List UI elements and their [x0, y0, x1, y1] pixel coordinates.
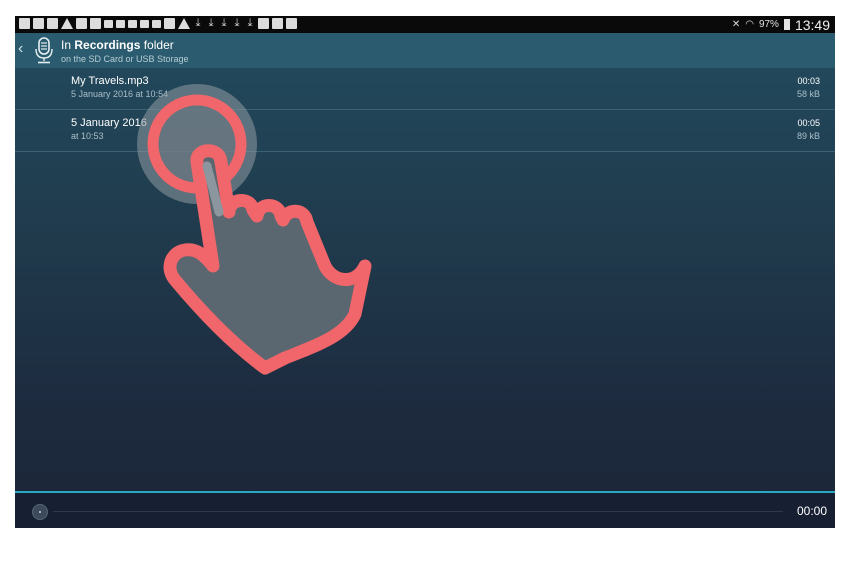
download-icon: ⤓ [234, 17, 240, 29]
app-icon [104, 20, 113, 28]
folder-subtitle: on the SD Card or USB Storage [61, 54, 189, 64]
message-icon [47, 18, 58, 29]
app-icon [152, 20, 161, 28]
title-suffix: folder [143, 38, 174, 52]
mute-icon: ✕ [731, 19, 741, 30]
audio-player: 00:00 [15, 491, 835, 528]
recording-name: 5 January 2016 [71, 117, 147, 129]
download-icon: ⤓ [208, 17, 214, 29]
app-icon [116, 20, 125, 28]
app-icon [128, 20, 137, 28]
recording-duration: 00:05 [797, 118, 820, 128]
bag-icon [272, 18, 283, 29]
recording-date: at 10:53 [71, 131, 104, 141]
recording-size: 89 kB [796, 131, 820, 141]
cast-icon [258, 18, 269, 29]
action-bar: ‹ In Recordings folder on the SD Card or… [15, 33, 835, 68]
title-prefix: In [61, 38, 72, 52]
folder-title: In Recordings folder [61, 38, 174, 52]
status-right: ✕ ◠ 97% 13:49 [732, 16, 830, 33]
wifi-icon: ◠ [745, 19, 754, 30]
recording-date: 5 January 2016 at 10:54 [71, 89, 169, 99]
photos-icon [90, 18, 101, 29]
status-bar: ⤓ ⤓ ⤓ ⤓ ⤓ ✕ ◠ 97% 13:49 [15, 16, 835, 33]
download-icon: ⤓ [221, 17, 227, 29]
message-icon [33, 18, 44, 29]
bag-icon [286, 18, 297, 29]
drive-icon [61, 18, 73, 29]
recording-size: 58 kB [796, 89, 820, 99]
screenshot-icon [164, 18, 175, 29]
recording-item[interactable]: My Travels.mp3 5 January 2016 at 10:54 0… [15, 68, 835, 110]
seek-bar[interactable] [53, 511, 783, 512]
download-icon: ⤓ [247, 17, 253, 29]
microphone-icon[interactable] [33, 36, 55, 70]
battery-icon [783, 19, 790, 30]
back-chevron-icon[interactable]: ‹ [18, 40, 23, 58]
clock: 13:49 [794, 16, 830, 33]
warning-icon [178, 18, 190, 29]
title-folder-name: Recordings [74, 38, 141, 52]
recording-item[interactable]: 5 January 2016 at 10:53 00:05 89 kB [15, 110, 835, 152]
playback-time: 00:00 [796, 504, 827, 518]
seek-handle[interactable] [32, 504, 48, 520]
battery-percentage: 97% [758, 19, 779, 30]
message-icon [19, 18, 30, 29]
app-icon [140, 20, 149, 28]
recording-name: My Travels.mp3 [71, 75, 149, 87]
recording-duration: 00:03 [797, 76, 820, 86]
image-icon [76, 18, 87, 29]
notification-icons: ⤓ ⤓ ⤓ ⤓ ⤓ [19, 18, 297, 29]
android-screen: ⤓ ⤓ ⤓ ⤓ ⤓ ✕ ◠ 97% 13:49 ‹ In Recordings … [15, 16, 835, 528]
download-icon: ⤓ [195, 17, 201, 29]
